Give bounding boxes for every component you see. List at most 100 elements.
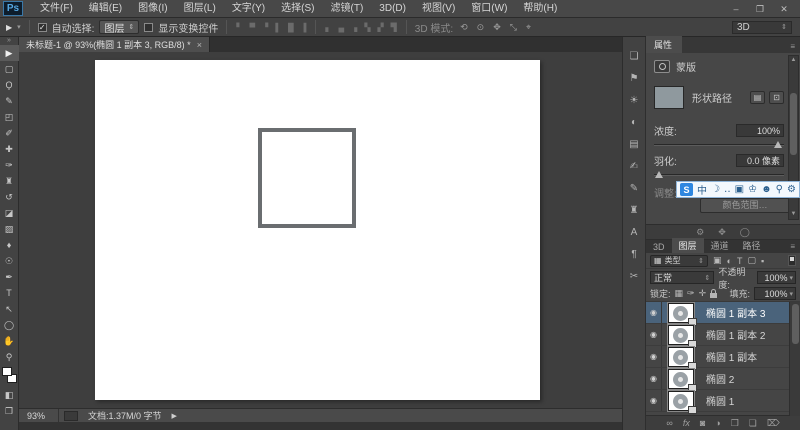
lock-position-icon[interactable]: ✛: [699, 288, 707, 299]
fill-dropdown[interactable]: 100% ▾: [754, 287, 796, 300]
ime-skin-icon[interactable]: ♔: [748, 184, 757, 195]
filter-kind-dropdown[interactable]: ▦ 类型 ⇕: [650, 254, 708, 267]
restore-button[interactable]: ❐: [748, 2, 772, 16]
ime-mode-chinese[interactable]: 中: [697, 182, 707, 197]
history-panel-icon[interactable]: ❏: [622, 45, 646, 67]
ime-search-icon[interactable]: ⚲: [776, 184, 783, 195]
panel-menu-icon[interactable]: ≡: [785, 42, 800, 53]
blend-mode-select[interactable]: 正常 ⇕: [650, 271, 715, 284]
new-adjustment-layer-icon[interactable]: ◑: [715, 418, 720, 428]
layer-thumbnail[interactable]: [667, 367, 697, 392]
layers-scrollbar[interactable]: [789, 302, 800, 416]
filter-toggle[interactable]: [788, 255, 796, 266]
menu-window[interactable]: 窗口(W): [464, 0, 514, 17]
notes-panel-icon[interactable]: ⚑: [622, 67, 646, 89]
slices-panel-icon[interactable]: ✂: [622, 265, 646, 287]
menu-filter[interactable]: 滤镜(T): [324, 0, 371, 17]
brush-tool[interactable]: ✑: [0, 157, 19, 173]
tool-preset-caret-icon[interactable]: ▾: [17, 23, 21, 31]
move-widget-icon[interactable]: ✥: [718, 227, 726, 238]
visibility-eye-icon[interactable]: ◉: [646, 368, 662, 389]
lock-all-icon[interactable]: [710, 288, 718, 298]
ime-person-icon[interactable]: ☻: [761, 184, 772, 195]
zoom-tool[interactable]: ⚲: [0, 349, 19, 365]
show-transform-checkbox[interactable]: [144, 22, 154, 32]
quick-mask-toggle[interactable]: ◧: [0, 387, 19, 403]
add-layer-mask-icon[interactable]: ◙: [700, 418, 705, 428]
new-layer-icon[interactable]: ❏: [749, 418, 757, 429]
ime-punctuation-icon[interactable]: ‥: [724, 184, 731, 195]
scroll-up-icon[interactable]: ▲: [791, 56, 797, 65]
3d-slide-icon[interactable]: ⤡: [508, 22, 519, 33]
visibility-eye-icon[interactable]: ◉: [646, 324, 662, 345]
info-panel-icon[interactable]: ▤: [622, 133, 646, 155]
layer-effects-icon[interactable]: fx: [683, 418, 690, 428]
layer-thumbnail[interactable]: [667, 389, 697, 414]
color-swatches[interactable]: [0, 365, 19, 387]
menu-file[interactable]: 文件(F): [33, 0, 80, 17]
visibility-eye-icon[interactable]: ◉: [646, 346, 662, 367]
clone-stamp-tool[interactable]: ♜: [0, 173, 19, 189]
menu-help[interactable]: 帮助(H): [516, 0, 564, 17]
menu-3d[interactable]: 3D(D): [372, 0, 413, 17]
styles-panel-icon[interactable]: ◐: [622, 111, 646, 133]
clone-source-panel-icon[interactable]: ♜: [622, 199, 646, 221]
lasso-tool[interactable]: Ϙ: [0, 77, 19, 93]
lock-transparency-icon[interactable]: ▦: [675, 288, 684, 299]
feather-slider-thumb[interactable]: [655, 171, 663, 178]
ime-fullwidth-icon[interactable]: ☽: [711, 184, 720, 195]
layer-row-ellipse-1-copy-2[interactable]: ◉ 椭圆 1 副本 2: [646, 323, 800, 348]
pen-tool[interactable]: ✒: [0, 269, 19, 285]
move-tool-icon[interactable]: ▶: [6, 23, 12, 32]
marquee-tool[interactable]: ▢: [0, 61, 19, 77]
add-pixel-mask-button[interactable]: ▤: [750, 91, 765, 104]
density-value[interactable]: 100%: [736, 124, 784, 137]
layer-row-ellipse-2[interactable]: ◉ 椭圆 2: [646, 367, 800, 392]
tab-channels[interactable]: 通道: [704, 238, 736, 253]
menu-layer[interactable]: 图层(L): [177, 0, 223, 17]
gear-icon[interactable]: ⚙: [696, 227, 704, 238]
canvas[interactable]: [95, 60, 540, 400]
ime-emoji-icon[interactable]: ▣: [735, 184, 744, 195]
adjustments-panel-icon[interactable]: ☀: [622, 89, 646, 111]
foreground-color-swatch[interactable]: [1, 367, 12, 376]
auto-select-dropdown[interactable]: 图层 ⇕: [99, 20, 140, 35]
visibility-eye-icon[interactable]: ◉: [646, 302, 662, 323]
delete-layer-icon[interactable]: ⌦: [767, 418, 780, 429]
3d-drag-icon[interactable]: ✥: [491, 22, 503, 33]
lock-pixels-icon[interactable]: ✑: [687, 288, 695, 299]
layer-name[interactable]: 椭圆 1 副本 2: [706, 327, 765, 342]
density-slider-thumb[interactable]: [774, 141, 782, 148]
dodge-tool[interactable]: ☉: [0, 253, 19, 269]
eyedropper-tool[interactable]: ✐: [0, 125, 19, 141]
paragraph-panel-icon[interactable]: ¶: [622, 243, 646, 265]
menu-view[interactable]: 视图(V): [415, 0, 462, 17]
layer-row-ellipse-1[interactable]: ◉ 椭圆 1: [646, 389, 800, 414]
status-options-arrow-icon[interactable]: ▶: [172, 412, 177, 420]
visibility-eye-icon[interactable]: ◉: [646, 390, 662, 411]
filter-smart-objects-icon[interactable]: ▪: [761, 256, 764, 266]
add-vector-mask-button[interactable]: ⊡: [769, 91, 784, 104]
layer-name[interactable]: 椭圆 1 副本: [706, 349, 757, 364]
density-slider[interactable]: [654, 140, 784, 149]
history-brush-tool[interactable]: ↺: [0, 189, 19, 205]
type-tool[interactable]: T: [0, 285, 19, 301]
feather-slider[interactable]: [654, 170, 784, 179]
ime-settings-icon[interactable]: ⚙: [787, 184, 796, 195]
hand-tool[interactable]: ✋: [0, 333, 19, 349]
menu-type[interactable]: 文字(Y): [225, 0, 272, 17]
scroll-down-icon[interactable]: ▼: [791, 210, 797, 219]
color-range-button[interactable]: 颜色范围…: [700, 198, 790, 213]
brush-panel-icon[interactable]: ✎: [622, 177, 646, 199]
screen-mode-toggle[interactable]: ❐: [0, 403, 19, 419]
layer-name[interactable]: 椭圆 1 副本 3: [706, 305, 765, 320]
panel-menu-icon[interactable]: ≡: [785, 242, 800, 253]
shape-tool[interactable]: ◯: [0, 317, 19, 333]
menu-edit[interactable]: 编辑(E): [82, 0, 129, 17]
minimize-button[interactable]: –: [724, 2, 748, 16]
zoom-level[interactable]: 93%: [19, 411, 53, 421]
healing-brush-tool[interactable]: ✚: [0, 141, 19, 157]
feather-value[interactable]: 0.0 像素: [736, 154, 784, 167]
layer-name[interactable]: 椭圆 2: [706, 371, 734, 386]
new-group-icon[interactable]: ❒: [731, 418, 739, 429]
